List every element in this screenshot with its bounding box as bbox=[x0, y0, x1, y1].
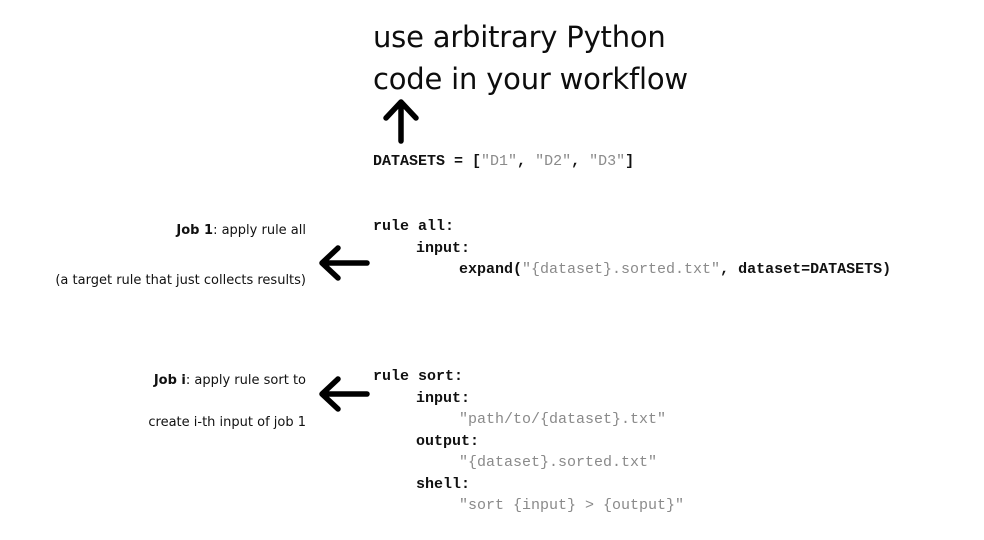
datasets-definition: DATASETS = ["D1", "D2", "D3"] bbox=[373, 153, 635, 170]
rule-sort-shell-label: shell: bbox=[416, 475, 471, 493]
rule-all-input-label: input: bbox=[416, 239, 471, 257]
rule-sort-output-label: output: bbox=[416, 432, 480, 450]
dataset-item-2: "D2" bbox=[535, 153, 572, 170]
expand-call-rest: , dataset=DATASETS) bbox=[720, 261, 892, 278]
rule-sort-output-value: "{dataset}.sorted.txt" bbox=[459, 454, 658, 471]
jobi-label: Job i bbox=[153, 373, 186, 388]
job1-note: (a target rule that just collects result… bbox=[55, 273, 306, 288]
job1-description: : apply rule all bbox=[213, 223, 306, 238]
headline-line-2: code in your workflow bbox=[373, 62, 688, 96]
datasets-close: ] bbox=[625, 153, 635, 170]
rule-sort-block: rule sort: input: "path/to/{dataset}.txt" o… bbox=[373, 366, 684, 517]
rule-sort-header: rule sort: bbox=[373, 368, 464, 385]
datasets-name: DATASETS = [ bbox=[373, 153, 482, 170]
arrow-up-icon bbox=[383, 99, 419, 144]
expand-pattern: "{dataset}.sorted.txt" bbox=[522, 261, 721, 278]
expand-call-open: expand( bbox=[459, 261, 523, 278]
arrow-left-icon bbox=[319, 245, 370, 281]
rule-all-block: rule all: input: expand("{dataset}.sorted.… bbox=[373, 216, 891, 281]
rule-all-header: rule all: bbox=[373, 218, 455, 235]
jobi-description: : apply rule sort to bbox=[185, 373, 306, 388]
jobi-note: create i-th input of job 1 bbox=[148, 415, 306, 430]
dataset-item-3: "D3" bbox=[589, 153, 626, 170]
rule-sort-input-label: input: bbox=[416, 389, 471, 407]
jobi-title: Job i: apply rule sort to bbox=[154, 373, 306, 389]
rule-sort-input-value: "path/to/{dataset}.txt" bbox=[459, 411, 667, 428]
headline-line-1: use arbitrary Python bbox=[373, 20, 666, 54]
headline: use arbitrary Python code in your workfl… bbox=[373, 16, 688, 100]
arrow-left-icon bbox=[319, 376, 370, 412]
job1-label: Job 1 bbox=[176, 223, 214, 238]
job1-title: Job 1: apply rule all bbox=[176, 223, 306, 239]
rule-sort-shell-value: "sort {input} > {output}" bbox=[459, 497, 685, 514]
dataset-item-1: "D1" bbox=[481, 153, 518, 170]
